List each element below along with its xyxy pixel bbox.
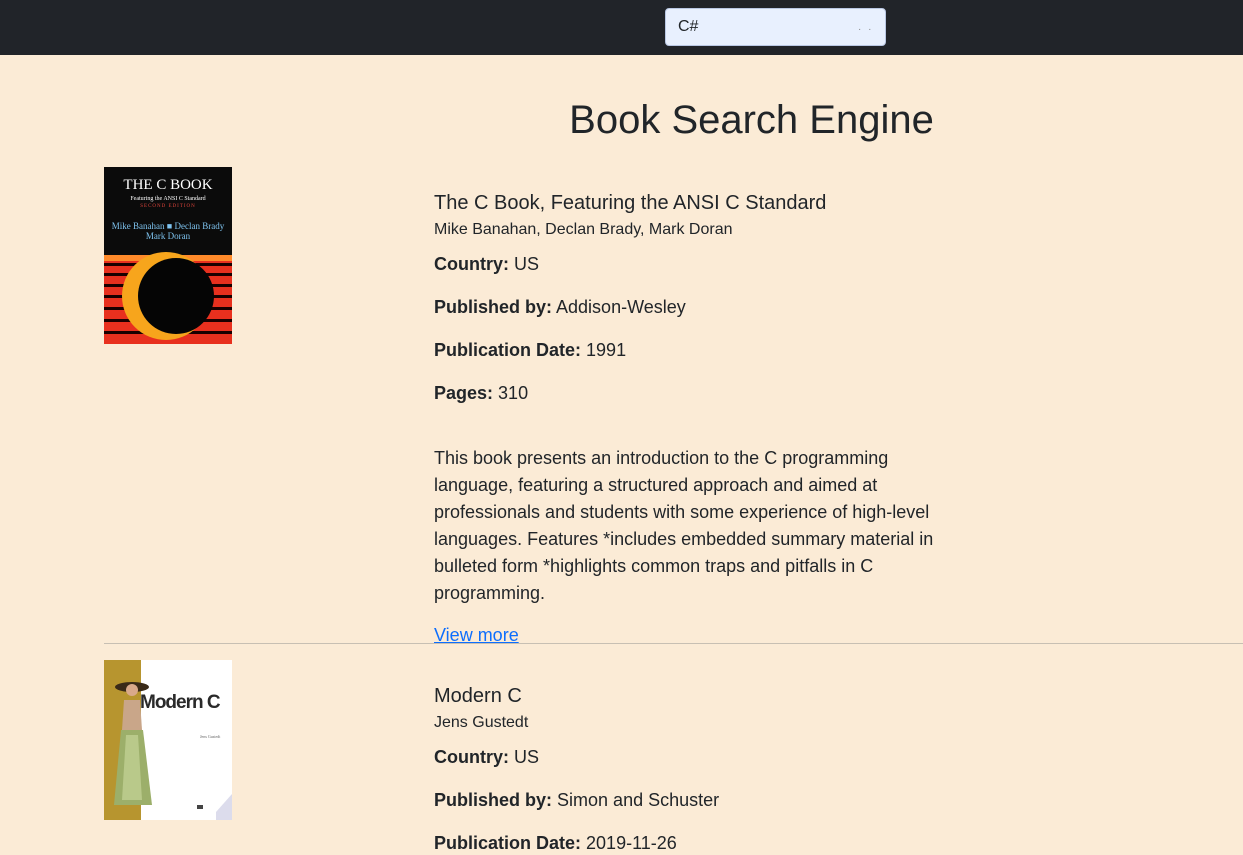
- cover-authors: Mike Banahan ■ Declan Brady: [111, 221, 225, 231]
- pages-value: 310: [498, 383, 529, 403]
- cover-title: Modern C: [140, 692, 221, 713]
- publication-date-value: 1991: [586, 340, 627, 360]
- book-publication-date: Publication Date: 1991: [434, 338, 626, 362]
- cover-subtitle: Featuring the ANSI C Standard: [130, 196, 206, 202]
- pages-label: Pages:: [434, 383, 494, 403]
- book-authors: Jens Gustedt: [434, 714, 529, 731]
- publisher-label: Published by:: [434, 297, 553, 317]
- publisher-label: Published by:: [434, 790, 553, 810]
- book-publication-date: Publication Date: 2019-11-26: [434, 831, 677, 855]
- book-info: The C Book, Featuring the ANSI C Standar…: [434, 191, 944, 645]
- book-authors: Mike Banahan, Declan Brady, Mark Doran: [434, 221, 733, 238]
- book-country: Country: US: [434, 252, 539, 276]
- country-label: Country:: [434, 254, 509, 274]
- book-publisher: Published by: Addison-Wesley: [434, 295, 686, 319]
- publisher-value: Simon and Schuster: [557, 790, 720, 810]
- book-country: Country: US: [434, 745, 539, 769]
- modern-c-cover-art: [104, 660, 232, 820]
- book-description: This book presents an introduction to th…: [434, 448, 934, 603]
- book-title: Modern C: [434, 685, 522, 707]
- divider: [104, 643, 1243, 644]
- cover-title: THE C BOOK: [123, 177, 213, 193]
- publication-date-label: Publication Date:: [434, 340, 582, 360]
- search-clear-icon[interactable]: · ·: [858, 24, 873, 35]
- book-info: Modern C Jens Gustedt Country: US Publis…: [434, 684, 944, 853]
- publication-date-value: 2019-11-26: [586, 833, 677, 853]
- page-title: Book Search Engine: [569, 98, 934, 142]
- cover-edition: SECOND EDITION: [140, 204, 196, 209]
- top-navbar: [0, 0, 1243, 55]
- search-input[interactable]: [665, 8, 886, 46]
- country-value: US: [514, 254, 540, 274]
- book-cover-image[interactable]: Modern C Jens Gustedt: [104, 660, 232, 820]
- book-pages: Pages: 310: [434, 381, 528, 405]
- book-title: The C Book, Featuring the ANSI C Standar…: [434, 192, 827, 214]
- cover-author: Jens Gustedt: [200, 734, 221, 739]
- country-label: Country:: [434, 747, 509, 767]
- country-value: US: [514, 747, 540, 767]
- publication-date-label: Publication Date:: [434, 833, 582, 853]
- publisher-value: Addison-Wesley: [556, 297, 686, 317]
- book-publisher: Published by: Simon and Schuster: [434, 788, 719, 812]
- cover-authors-2: Mark Doran: [145, 231, 191, 241]
- book-cover-image[interactable]: THE C BOOK Featuring the ANSI C Standard…: [104, 167, 232, 344]
